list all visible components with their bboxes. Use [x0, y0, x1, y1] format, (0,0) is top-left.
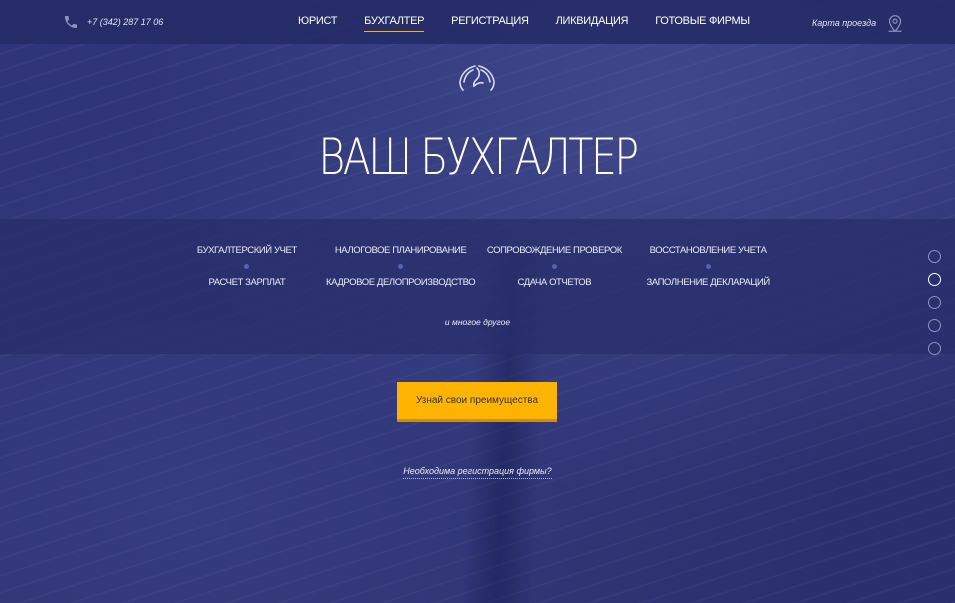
pager-dot[interactable] [928, 296, 941, 309]
service-item: БУХГАЛТЕРСКИЙ УЧЕТ [196, 245, 297, 256]
nav-item-ready-firms[interactable]: ГОТОВЫЕ ФИРМЫ [655, 15, 750, 32]
registration-link-wrapper: Необходима регистрация фирмы? [0, 461, 955, 479]
separator-dot [244, 264, 250, 269]
wings-logo [459, 65, 495, 91]
pager-dot[interactable] [928, 342, 941, 355]
map-link[interactable]: Карта проезда [812, 12, 906, 34]
nav-item-accountant[interactable]: БУХГАЛТЕР [364, 15, 424, 32]
registration-link[interactable]: Необходима регистрация фирмы? [403, 466, 552, 479]
phone-icon [65, 16, 77, 28]
map-pin-icon [888, 15, 902, 33]
separator-dot [705, 264, 711, 269]
service-column: НАЛОГОВОЕ ПЛАНИРОВАНИЕ КАДРОВОЕ ДЕЛОПРОИ… [324, 244, 478, 290]
page-title: ВАШ БУХГАЛТЕР [318, 128, 639, 186]
service-item: НАЛОГОВОЕ ПЛАНИРОВАНИЕ [334, 245, 467, 256]
phone-contact[interactable]: +7 (342) 287 17 06 [63, 14, 163, 30]
service-column: БУХГАЛТЕРСКИЙ УЧЕТ РАСЧЕТ ЗАРПЛАТ [170, 244, 324, 290]
services-list: БУХГАЛТЕРСКИЙ УЧЕТ РАСЧЕТ ЗАРПЛАТ НАЛОГО… [170, 244, 785, 290]
nav-item-lawyer[interactable]: ЮРИСТ [298, 15, 337, 32]
learn-benefits-button[interactable]: Узнай свои преимущества [397, 382, 557, 422]
pager-dot[interactable] [928, 319, 941, 332]
separator-dot [551, 264, 557, 269]
pager-dot-active[interactable] [928, 273, 941, 286]
service-item: КАДРОВОЕ ДЕЛОПРОИЗВОДСТВО [326, 277, 476, 288]
top-bar: +7 (342) 287 17 06 ЮРИСТ БУХГАЛТЕР РЕГИС… [0, 0, 955, 44]
slide-pager [928, 250, 941, 355]
nav-item-registration[interactable]: РЕГИСТРАЦИЯ [451, 15, 529, 32]
main-nav: ЮРИСТ БУХГАЛТЕР РЕГИСТРАЦИЯ ЛИКВИДАЦИЯ Г… [298, 15, 750, 32]
nav-item-liquidation[interactable]: ЛИКВИДАЦИЯ [556, 15, 629, 32]
service-item: ВОССТАНОВЛЕНИЕ УЧЕТА [649, 245, 767, 256]
separator-dot [398, 264, 404, 269]
map-link-label: Карта проезда [812, 18, 877, 28]
more-services-text: и многое другое [444, 317, 511, 327]
pager-dot[interactable] [928, 250, 941, 263]
service-item: СДАЧА ОТЧЕТОВ [517, 277, 592, 288]
phone-number: +7 (342) 287 17 06 [87, 17, 164, 27]
service-column: ВОССТАНОВЛЕНИЕ УЧЕТА ЗАПОЛНЕНИЕ ДЕКЛАРАЦ… [631, 244, 785, 290]
service-item: ЗАПОЛНЕНИЕ ДЕКЛАРАЦИЙ [646, 277, 770, 288]
service-column: СОПРОВОЖДЕНИЕ ПРОВЕРОК СДАЧА ОТЧЕТОВ [478, 244, 632, 290]
service-item: СОПРОВОЖДЕНИЕ ПРОВЕРОК [486, 245, 622, 256]
service-item: РАСЧЕТ ЗАРПЛАТ [208, 277, 286, 288]
